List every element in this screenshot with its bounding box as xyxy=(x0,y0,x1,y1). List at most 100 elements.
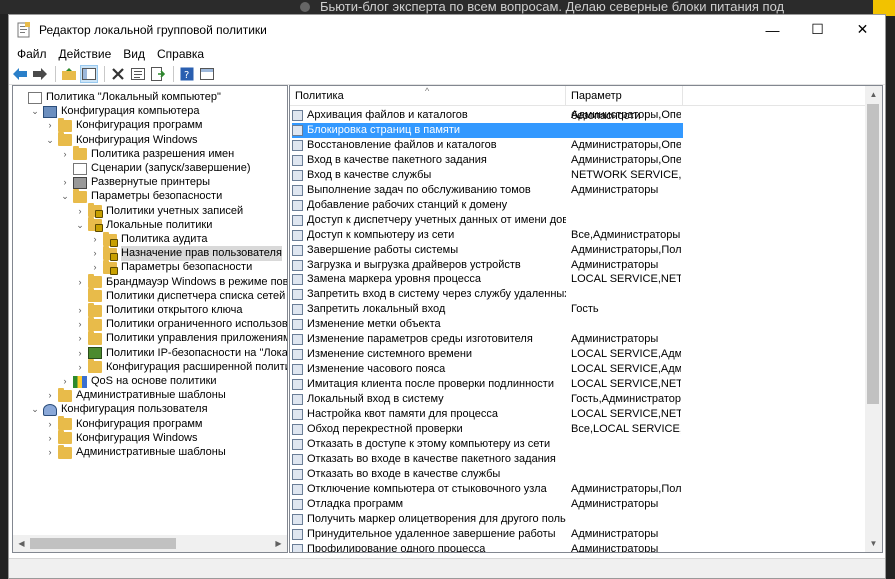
table-row[interactable]: Отказать во входе в качестве пакетного з… xyxy=(292,452,681,467)
scroll-up-icon[interactable]: ▲ xyxy=(865,86,882,103)
table-row[interactable]: Профилирование одного процесса Администра… xyxy=(292,542,681,552)
expand-chevron-icon[interactable]: › xyxy=(45,118,55,133)
table-row[interactable]: Обход перекрестной проверки Все,LOCAL SER… xyxy=(292,422,681,437)
table-row[interactable]: Получить маркер олицетворения для другог… xyxy=(292,512,681,527)
tree-horizontal-scrollbar[interactable]: ◀ ▶ xyxy=(13,535,287,552)
collapse-chevron-icon[interactable]: ⌄ xyxy=(30,402,40,417)
column-header-setting[interactable]: Параметр безопасности xyxy=(566,86,683,122)
expand-chevron-icon[interactable]: › xyxy=(75,331,85,346)
tree-item[interactable]: Политика "Локальный компьютер" xyxy=(15,90,221,105)
expand-chevron-icon[interactable]: › xyxy=(45,417,55,432)
tree-item[interactable]: › Конфигурация Windows xyxy=(45,430,198,446)
tree-item[interactable]: ⌄ Конфигурация Windows xyxy=(45,132,198,148)
tree-item[interactable]: › Административные шаблоны xyxy=(45,444,226,460)
title-bar[interactable]: Редактор локальной групповой политики — … xyxy=(9,15,885,45)
table-row[interactable]: Изменение параметров среды изготовителя А… xyxy=(292,332,681,347)
export-list-icon[interactable] xyxy=(149,65,167,83)
table-row[interactable]: Настройка квот памяти для процесса LOCAL … xyxy=(292,407,681,422)
table-row[interactable]: Загрузка и выгрузка драйверов устройств А… xyxy=(292,258,681,273)
menu-action[interactable]: Действие xyxy=(53,47,118,61)
tree-item[interactable]: › Конфигурация программ xyxy=(45,416,202,432)
expand-chevron-icon[interactable]: › xyxy=(60,175,70,190)
table-row[interactable]: Выполнение задач по обслуживанию томов Ад… xyxy=(292,183,681,198)
table-row[interactable]: Изменение метки объекта xyxy=(292,317,681,332)
maximize-button[interactable]: ☐ xyxy=(795,15,840,44)
tree-item[interactable]: › Политики IP-безопасности на "Локальный … xyxy=(75,346,287,361)
properties-icon[interactable] xyxy=(129,65,147,83)
table-row[interactable]: Запретить локальный вход Гость xyxy=(292,302,681,317)
table-row[interactable]: Вход в качестве службы NETWORK SERVICE,NT… xyxy=(292,168,681,183)
scroll-right-icon[interactable]: ▶ xyxy=(270,535,287,552)
scroll-left-icon[interactable]: ◀ xyxy=(13,535,30,552)
table-row[interactable]: Доступ к компьютеру из сети Все,Администр… xyxy=(292,228,681,243)
tree-item[interactable]: ⌄ Локальные политики xyxy=(75,217,212,233)
table-row[interactable]: Локальный вход в систему Гость,Администра… xyxy=(292,392,681,407)
expand-chevron-icon[interactable]: › xyxy=(75,317,85,332)
tree-item[interactable]: Сценарии (запуск/завершение) xyxy=(60,161,250,176)
tree-item[interactable]: › Административные шаблоны xyxy=(45,387,226,403)
tree-item[interactable]: › Параметры безопасности xyxy=(90,259,252,275)
table-row[interactable]: Отладка программ Администраторы xyxy=(292,497,681,512)
scroll-down-icon[interactable]: ▼ xyxy=(865,535,882,552)
tree-item[interactable]: ⌄ Конфигурация пользователя xyxy=(30,402,208,417)
close-button[interactable]: ✕ xyxy=(840,15,885,44)
tree-item[interactable]: › Брандмауэр Windows в режиме повышенно xyxy=(75,274,287,290)
table-row[interactable]: Изменение системного времени LOCAL SERVIC… xyxy=(292,347,681,362)
table-row[interactable]: Отказать во входе в качестве службы xyxy=(292,467,681,482)
tree-item[interactable]: › Политики открытого ключа xyxy=(75,302,242,318)
expand-chevron-icon[interactable]: › xyxy=(60,147,70,162)
help-icon[interactable]: ? xyxy=(178,65,196,83)
table-row[interactable]: Доступ к диспетчеру учетных данных от им… xyxy=(292,213,681,228)
tree-item[interactable]: › Конфигурация расширенной политики ауди xyxy=(75,359,287,375)
tree-item[interactable]: ⌄ Параметры безопасности xyxy=(60,188,222,204)
tree-item[interactable]: › Политики учетных записей xyxy=(75,203,243,219)
expand-chevron-icon[interactable]: › xyxy=(75,360,85,375)
forward-arrow-icon[interactable] xyxy=(31,65,49,83)
scroll-thumb[interactable] xyxy=(867,104,879,404)
tree-item[interactable]: › Политики ограниченного использования пр xyxy=(75,316,287,332)
menu-help[interactable]: Справка xyxy=(151,47,210,61)
table-row[interactable]: Запретить вход в систему через службу уд… xyxy=(292,287,681,302)
table-row[interactable]: Замена маркера уровня процесса LOCAL SERV… xyxy=(292,272,681,287)
expand-chevron-icon[interactable]: › xyxy=(90,246,100,261)
tree-item[interactable]: › Развернутые принтеры xyxy=(60,175,210,190)
collapse-chevron-icon[interactable]: ⌄ xyxy=(60,189,70,204)
collapse-chevron-icon[interactable]: ⌄ xyxy=(45,133,55,148)
delete-icon[interactable] xyxy=(109,65,127,83)
tree-item[interactable]: › Политика аудита xyxy=(90,231,207,247)
details-pane[interactable]: ^ Политика Параметр безопасности Архивац… xyxy=(289,85,883,553)
tree-item[interactable]: › Политики управления приложениями xyxy=(75,330,287,346)
tree-pane[interactable]: Политика "Локальный компьютер" ⌄ Конфигура… xyxy=(12,85,288,553)
tree-item[interactable]: ⌄ Конфигурация компьютера xyxy=(30,104,199,119)
expand-chevron-icon[interactable]: › xyxy=(45,445,55,460)
table-row[interactable]: Добавление рабочих станций к домену xyxy=(292,198,681,213)
action-pane-icon[interactable] xyxy=(198,65,216,83)
table-row[interactable]: Принудительное удаленное завершение рабо… xyxy=(292,527,681,542)
expand-chevron-icon[interactable]: › xyxy=(75,204,85,219)
scroll-thumb[interactable] xyxy=(30,538,176,549)
table-row[interactable]: Блокировка страниц в памяти xyxy=(292,122,683,138)
tree-item[interactable]: Политики диспетчера списка сетей xyxy=(75,288,285,304)
table-row[interactable]: Восстановление файлов и каталогов Админис… xyxy=(292,138,681,153)
table-row[interactable]: Отключение компьютера от стыковочного уз… xyxy=(292,482,681,497)
expand-chevron-icon[interactable]: › xyxy=(45,388,55,403)
list-vertical-scrollbar[interactable]: ▲ ▼ xyxy=(865,86,882,552)
collapse-chevron-icon[interactable]: ⌄ xyxy=(75,218,85,233)
back-arrow-icon[interactable] xyxy=(11,65,29,83)
menu-file[interactable]: Файл xyxy=(11,47,53,61)
expand-chevron-icon[interactable]: › xyxy=(75,275,85,290)
expand-chevron-icon[interactable]: › xyxy=(60,374,70,389)
expand-chevron-icon[interactable]: › xyxy=(45,431,55,446)
table-row[interactable]: Изменение часового пояса LOCAL SERVICE,Ад… xyxy=(292,362,681,377)
table-row[interactable]: Архивация файлов и каталогов Администрато… xyxy=(292,108,681,123)
table-row[interactable]: Отказать в доступе к этому компьютеру из… xyxy=(292,437,681,452)
column-header-policy[interactable]: ^ Политика xyxy=(290,86,566,106)
expand-chevron-icon[interactable]: › xyxy=(75,346,85,361)
tree-item[interactable]: › Политика разрешения имен xyxy=(60,146,234,162)
expand-chevron-icon[interactable]: › xyxy=(90,232,100,247)
tree-item[interactable]: › Конфигурация программ xyxy=(45,117,202,133)
table-row[interactable]: Имитация клиента после проверки подлинно… xyxy=(292,377,681,392)
tree-item[interactable]: › QoS на основе политики xyxy=(60,374,217,389)
up-folder-icon[interactable] xyxy=(60,65,78,83)
minimize-button[interactable]: — xyxy=(750,15,795,44)
